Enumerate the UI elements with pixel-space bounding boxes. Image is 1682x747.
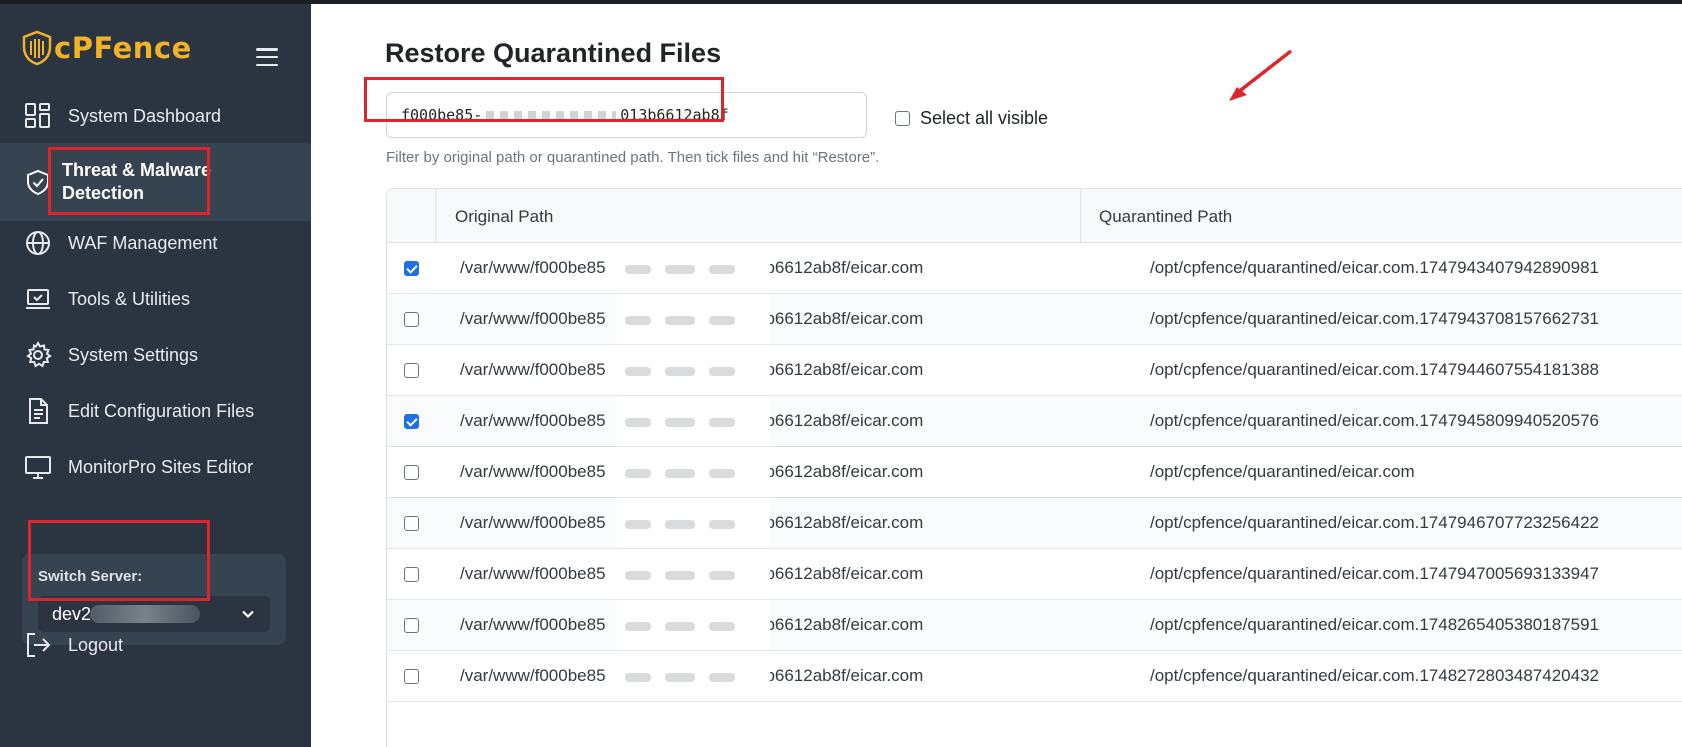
gear-icon: [26, 341, 52, 368]
highlight-box: [364, 77, 724, 122]
laptop-check-icon: [26, 289, 50, 309]
column-header-quarantined-path[interactable]: Quarantined Path: [1099, 207, 1232, 227]
quarantined-path: /opt/cpfence/quarantined/eicar.com.17479…: [1150, 513, 1599, 532]
sidebar-item-label: MonitorPro Sites Editor: [68, 456, 254, 477]
redacted-text: [617, 498, 770, 548]
sidebar-item-label: Tools & Utilities: [68, 288, 191, 309]
sidebar-item-tools-utilities[interactable]: Tools & Utilities: [0, 269, 311, 329]
table-row[interactable]: /var/www/f000be85 13b6612ab8f/eicar.com/o…: [387, 243, 1682, 294]
quarantined-path: /opt/cpfence/quarantined/eicar.com: [1150, 462, 1415, 481]
quarantined-path: /opt/cpfence/quarantined/eicar.com.17479…: [1150, 258, 1599, 277]
dashboard-icon: [25, 103, 50, 128]
row-checkbox[interactable]: [404, 414, 419, 429]
redacted-text: [617, 294, 770, 344]
column-header-original-path[interactable]: Original Path: [455, 207, 553, 227]
redacted-text: [617, 243, 770, 293]
sidebar-item-label: Edit Configuration Files: [68, 400, 255, 421]
redacted-text: [617, 345, 770, 395]
sidebar-item-system-dashboard[interactable]: System Dashboard: [0, 86, 311, 146]
row-checkbox[interactable]: [404, 669, 419, 684]
row-checkbox[interactable]: [404, 516, 419, 531]
quarantined-path: /opt/cpfence/quarantined/eicar.com.17479…: [1150, 360, 1599, 379]
column-divider: [435, 189, 436, 243]
column-divider: [1080, 189, 1081, 243]
filter-hint: Filter by original path or quarantined p…: [386, 149, 880, 166]
redacted-text: [617, 549, 770, 599]
sidebar-item-logout[interactable]: Logout: [0, 615, 311, 675]
quarantined-path: /opt/cpfence/quarantined/eicar.com.17482…: [1150, 615, 1599, 634]
table-row[interactable]: /var/www/f000be85 13b6612ab8f/eicar.com/o…: [387, 498, 1682, 549]
sidebar-item-edit-configuration-files[interactable]: Edit Configuration Files: [0, 381, 311, 441]
table-row[interactable]: /var/www/f000be85 13b6612ab8f/eicar.com/o…: [387, 447, 1682, 498]
select-all-checkbox[interactable]: Select all visible: [895, 108, 1048, 129]
table-row[interactable]: /var/www/f000be85 13b6612ab8f/eicar.com/o…: [387, 651, 1682, 702]
row-checkbox[interactable]: [404, 312, 419, 327]
row-checkbox[interactable]: [404, 618, 419, 633]
redacted-text: [617, 651, 770, 701]
sidebar-item-system-settings[interactable]: System Settings: [0, 325, 311, 385]
table-header: Original Path Quarantined Path: [387, 189, 1682, 243]
redacted-text: [617, 396, 770, 446]
highlight-box: [48, 147, 210, 215]
file-text-icon: [29, 398, 48, 424]
sidebar-item-label: WAF Management: [68, 232, 218, 253]
annotation-arrow: [1229, 49, 1293, 101]
brand-name: cPFence: [54, 31, 192, 65]
quarantine-table: Original Path Quarantined Path /var/www/…: [386, 188, 1682, 747]
sidebar-item-label: System Settings: [68, 344, 199, 365]
shield-logo-icon: [22, 30, 52, 66]
redacted-text: [617, 600, 770, 650]
sidebar-item-label: Logout: [68, 634, 124, 655]
table-row[interactable]: /var/www/f000be85 13b6612ab8f/eicar.com/o…: [387, 549, 1682, 600]
highlight-box: [28, 520, 210, 601]
quarantined-path: /opt/cpfence/quarantined/eicar.com.17479…: [1150, 564, 1599, 583]
quarantined-path: /opt/cpfence/quarantined/eicar.com.17479…: [1150, 411, 1599, 430]
sidebar-item-label: System Dashboard: [68, 105, 222, 126]
logout-icon: [27, 633, 51, 657]
sidebar-item-monitorpro-sites-editor[interactable]: MonitorPro Sites Editor: [0, 437, 311, 497]
redacted-text: [617, 447, 770, 497]
hamburger-icon[interactable]: [256, 48, 278, 66]
table-row[interactable]: /var/www/f000be85 13b6612ab8f/eicar.com/o…: [387, 294, 1682, 345]
sidebar: cPFence System Dashboard Threat & Malwar…: [0, 4, 311, 747]
checkbox[interactable]: [895, 111, 910, 126]
sidebar-item-waf-management[interactable]: WAF Management: [0, 213, 311, 273]
globe-icon: [26, 231, 50, 255]
table-row[interactable]: /var/www/f000be85 13b6612ab8f/eicar.com/o…: [387, 600, 1682, 651]
brand-logo[interactable]: cPFence: [22, 30, 192, 66]
row-checkbox[interactable]: [404, 261, 419, 276]
row-checkbox[interactable]: [404, 465, 419, 480]
monitor-icon: [25, 456, 51, 479]
table-row[interactable]: /var/www/f000be85 13b6612ab8f/eicar.com/o…: [387, 345, 1682, 396]
row-checkbox[interactable]: [404, 363, 419, 378]
table-row[interactable]: /var/www/f000be85 13b6612ab8f/eicar.com/o…: [387, 396, 1682, 447]
page-title: Restore Quarantined Files: [385, 38, 722, 68]
row-checkbox[interactable]: [404, 567, 419, 582]
select-all-label: Select all visible: [920, 108, 1049, 128]
quarantined-path: /opt/cpfence/quarantined/eicar.com.17482…: [1150, 666, 1599, 685]
quarantined-path: /opt/cpfence/quarantined/eicar.com.17479…: [1150, 309, 1599, 328]
